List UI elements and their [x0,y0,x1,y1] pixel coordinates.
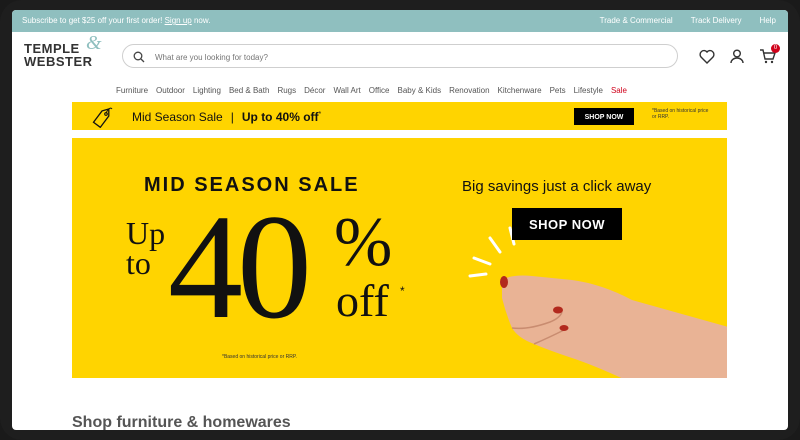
nav-item-bed-bath[interactable]: Bed & Bath [229,86,269,95]
hero-asterisk: * [400,284,405,298]
trade-commercial-link[interactable]: Trade & Commercial [600,16,673,25]
tablet-frame: Subscribe to get $25 off your first orde… [0,0,800,440]
account-user-icon[interactable] [729,48,745,69]
hero-off-text: off [336,275,389,326]
promo-text: Subscribe to get $25 off your first orde… [22,16,165,25]
price-tag-icon [90,106,114,133]
nav-item-pets[interactable]: Pets [550,86,566,95]
search-input[interactable] [153,48,657,66]
nav-item-wall-art[interactable]: Wall Art [333,86,360,95]
hero-to: to [126,245,151,281]
logo-ampersand: & [86,32,103,54]
strip-label: Mid Season Sale [132,110,223,124]
nav-item-lifestyle[interactable]: Lifestyle [574,86,603,95]
help-link[interactable]: Help [760,16,776,25]
hero-discount-number: 40 [168,184,312,350]
section-heading: Shop furniture & homewares [72,414,291,430]
track-delivery-link[interactable]: Track Delivery [691,16,742,25]
nav-item-lighting[interactable]: Lighting [193,86,221,95]
cart-count-badge: 0 [771,44,780,53]
search-bar[interactable] [122,44,678,68]
strip-fine-print: *Based on historical price or RRP. [652,108,709,120]
category-nav: Furniture Outdoor Lighting Bed & Bath Ru… [12,82,788,100]
nav-item-outdoor[interactable]: Outdoor [156,86,185,95]
nav-item-office[interactable]: Office [369,86,390,95]
cart-icon[interactable]: 0 [759,44,780,69]
strip-text: Mid Season Sale | Up to 40% off* [132,110,321,124]
site-header: TEMPLE & WEBSTER 0 [12,32,788,82]
search-icon[interactable] [133,50,145,68]
hero-tagline: Big savings just a click away [462,178,652,195]
strip-separator: | [230,110,234,124]
sign-up-link[interactable]: Sign up [165,16,192,25]
subscribe-promo: Subscribe to get $25 off your first orde… [22,16,210,25]
nav-item-rugs[interactable]: Rugs [277,86,296,95]
hero-up-to: Up to [126,215,166,281]
temple-webster-logo[interactable]: TEMPLE & WEBSTER [24,33,102,69]
sale-banner-strip[interactable]: Mid Season Sale | Up to 40% off* SHOP NOW … [72,102,727,130]
nav-item-renovation[interactable]: Renovation [449,86,489,95]
strip-offer: Up to 40% off [241,110,319,124]
logo-line-2: WEBSTER [24,54,93,69]
strip-asterisk: * [318,111,322,118]
hero-banner[interactable]: MID SEASON SALE Up to 40 % off * *Based … [72,138,727,378]
strip-shop-now-button[interactable]: SHOP NOW [574,108,634,125]
header-icons: 0 [699,44,780,69]
nav-item-baby-kids[interactable]: Baby & Kids [397,86,441,95]
nav-item-furniture[interactable]: Furniture [116,86,148,95]
promo-text-suffix: now. [191,16,211,25]
hero-percent-sign: % [334,204,393,281]
utility-links: Trade & Commercial Track Delivery Help [600,16,776,25]
promo-bar: Subscribe to get $25 off your first orde… [12,10,788,32]
wishlist-heart-icon[interactable] [699,49,715,69]
nav-item-decor[interactable]: Décor [304,86,325,95]
nav-item-kitchenware[interactable]: Kitchenware [498,86,542,95]
hero-fine-print: *Based on historical price or RRP. [222,354,297,360]
hero-shop-now-button[interactable]: SHOP NOW [512,208,622,240]
nav-item-sale[interactable]: Sale [611,86,627,95]
hero-up: Up [126,215,166,251]
hand-clicking-illustration [452,218,727,378]
browser-viewport: Subscribe to get $25 off your first orde… [12,10,788,430]
